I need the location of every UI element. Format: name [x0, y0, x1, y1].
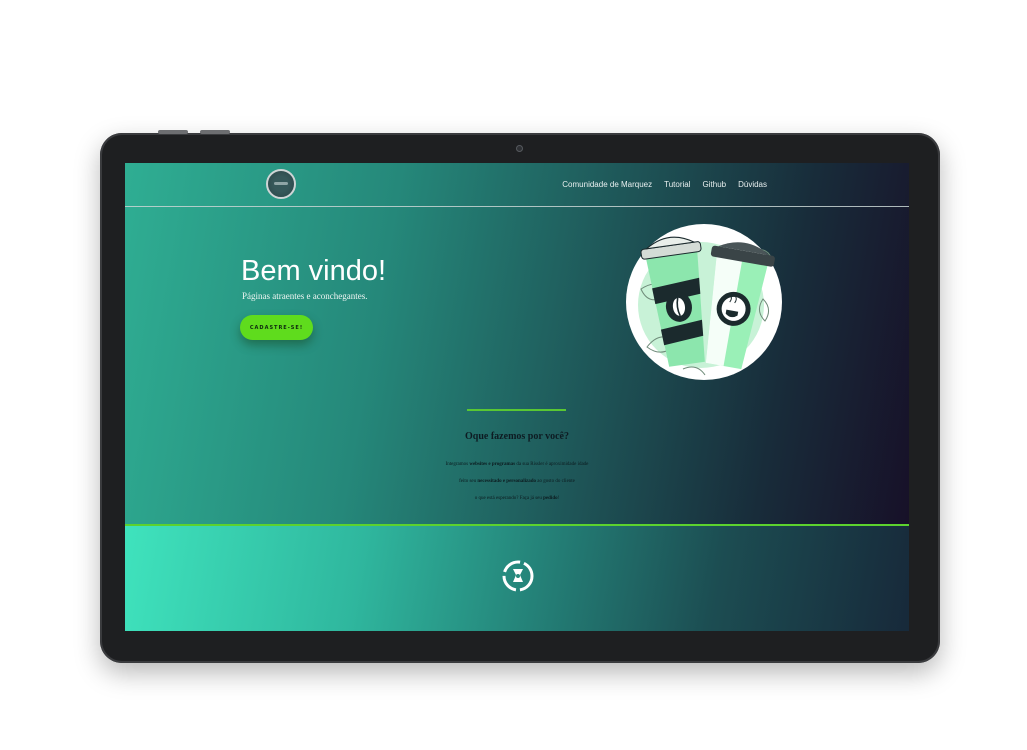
signup-button[interactable]: CADASTRE-SE! — [240, 315, 313, 340]
hero-title: Bem vindo! — [241, 255, 387, 287]
section-line-2-text-a: feito seu — [459, 479, 478, 484]
section-divider — [467, 409, 566, 411]
section-line-2-text-c: ao gosto do cliente — [536, 479, 575, 484]
footer-band — [125, 526, 909, 631]
footer-logo-icon[interactable] — [500, 558, 536, 594]
nav-link-duvidas[interactable]: Dúvidas — [738, 180, 767, 189]
section-line-1-text-a: Integramos — [445, 462, 470, 467]
nav-divider — [125, 206, 909, 207]
tablet-power-button — [200, 130, 230, 134]
camera-icon — [516, 145, 523, 152]
section-title: Oque fazemos por você? — [465, 431, 569, 442]
section-line-2-bold: necessitado e personalizado — [477, 479, 537, 484]
website-screen: Comunidade de Marquez Tutorial Github Dú… — [125, 163, 909, 631]
logo-icon[interactable] — [266, 169, 296, 199]
section-text-line-1: Integramos websites e programas da sua R… — [125, 462, 909, 467]
hero-subtitle: Páginas atraentes e aconchegantes. — [242, 291, 368, 301]
section-line-1-bold: websites e programas — [469, 462, 516, 467]
section-line-3-bold: pedido — [543, 496, 558, 501]
nav-links: Comunidade de Marquez Tutorial Github Dú… — [562, 180, 767, 189]
section-line-3-text-c: ! — [557, 496, 560, 501]
section-line-1-text-c: da sua Rissler é aproximidade idade — [515, 462, 589, 467]
nav-link-github[interactable]: Github — [703, 180, 727, 189]
section-line-3-text-a: o que está esperando? Faça já seu — [474, 496, 544, 501]
nav-link-tutorial[interactable]: Tutorial — [664, 180, 690, 189]
top-navbar: Comunidade de Marquez Tutorial Github Dú… — [125, 163, 909, 207]
coffee-cups-illustration — [626, 224, 782, 380]
section-text-line-2: feito seu necessitado e personalizado ao… — [125, 479, 909, 484]
nav-link-comunidade[interactable]: Comunidade de Marquez — [562, 180, 652, 189]
section-text-line-3: o que está esperando? Faça já seu pedido… — [125, 496, 909, 501]
tablet-frame: Comunidade de Marquez Tutorial Github Dú… — [100, 130, 940, 663]
tablet-volume-button — [158, 130, 188, 134]
